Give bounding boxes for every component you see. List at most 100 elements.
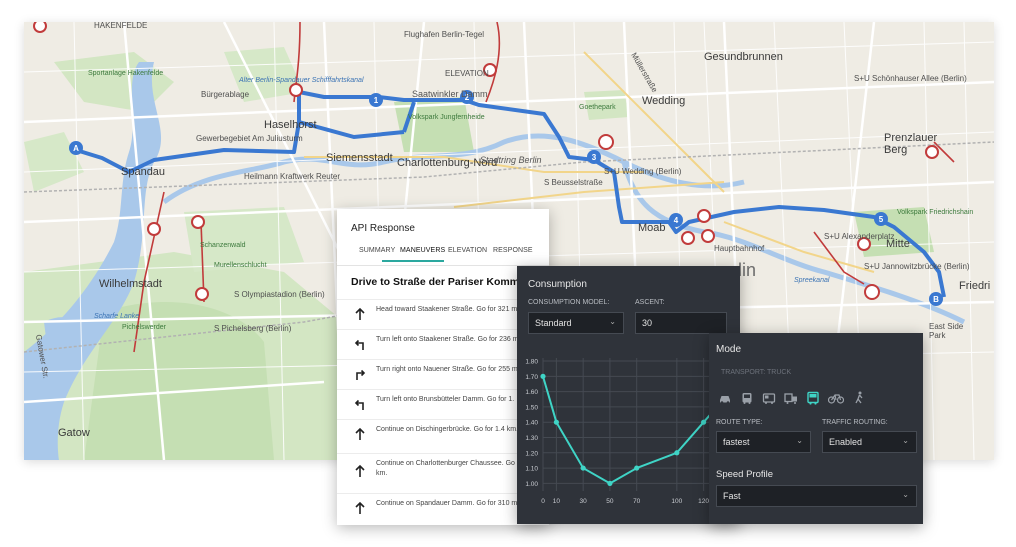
x-tick-label: 100 xyxy=(671,498,682,505)
arrow-up-icon xyxy=(353,427,367,441)
map-label: Hauptbahnhof xyxy=(714,244,765,253)
map-label: Saatwinkler Damm xyxy=(412,89,488,99)
x-tick-label: 70 xyxy=(633,498,641,505)
speed-profile-label: Speed Profile xyxy=(716,469,774,480)
data-point xyxy=(634,465,640,471)
truck-icon[interactable] xyxy=(806,391,820,405)
svg-text:A: A xyxy=(73,144,79,153)
data-point xyxy=(580,465,586,471)
route-type-label: ROUTE TYPE: xyxy=(716,419,763,426)
svg-text:4: 4 xyxy=(674,216,679,225)
map-label: Schanzenwald xyxy=(200,242,246,249)
map-label: S+U Jannowitzbrücke (Berlin) xyxy=(864,262,970,271)
screenshot-stage: A 1 2 3 4 5 B HAKENFELDE Sportanlage Hak… xyxy=(0,0,1016,547)
data-point xyxy=(553,419,559,425)
chevron-down-icon: ⌄ xyxy=(796,436,803,445)
mode-panel: Mode TRANSPORT: TRUCK ROUTE TYPE: TRAFFI… xyxy=(709,333,923,524)
y-tick-label: 1.10 xyxy=(525,466,538,473)
api-tabs: SUMMARY MANEUVERS ELEVATION RESPONSE xyxy=(351,247,549,263)
map-label: Gatow xyxy=(58,427,90,439)
tab-maneuvers[interactable]: MANEUVERS xyxy=(400,247,445,254)
speed-profile-value: Fast xyxy=(723,491,741,501)
tab-response[interactable]: RESPONSE xyxy=(493,247,533,254)
map-label: Spandau xyxy=(121,166,166,178)
chevron-down-icon: ⌄ xyxy=(902,436,909,445)
map-label: Wilhelmstadt xyxy=(99,278,162,290)
map-label: Scharfe Lanke xyxy=(94,313,140,320)
mode-title: Mode xyxy=(716,344,742,355)
map-label: HAKENFELDE xyxy=(94,22,148,30)
van-icon[interactable] xyxy=(762,391,776,405)
map-label: Gesundbrunnen xyxy=(704,51,783,63)
tab-summary[interactable]: SUMMARY xyxy=(359,247,395,254)
map-label: East Side Park xyxy=(929,322,964,340)
data-point xyxy=(540,373,546,379)
map-label: S Olympiastadion (Berlin) xyxy=(234,290,325,299)
chevron-down-icon: ⌄ xyxy=(902,490,909,499)
turn-right-icon xyxy=(353,367,367,381)
svg-text:1: 1 xyxy=(374,96,379,105)
consumption-chart: 1.80 1.70 1.60 1.50 1.40 1.30 1.20 1.10 1.00 0 10 3… xyxy=(525,358,720,505)
y-tick-label: 1.70 xyxy=(525,374,538,381)
arrow-up-icon xyxy=(353,501,367,515)
route-type-select[interactable]: fastest ⌄ xyxy=(716,431,811,453)
x-tick-label: 30 xyxy=(580,498,588,505)
transport-label: TRANSPORT: TRUCK xyxy=(721,369,792,376)
turn-left-icon xyxy=(353,337,367,351)
y-tick-label: 1.60 xyxy=(525,389,538,396)
map-label: Sportanlage Hakenfelde xyxy=(88,70,164,77)
arrow-up-icon xyxy=(353,464,367,478)
bicycle-icon[interactable] xyxy=(827,391,845,405)
speed-profile-select[interactable]: Fast ⌄ xyxy=(716,485,917,507)
active-tab-indicator xyxy=(382,260,444,262)
traffic-routing-label: TRAFFIC ROUTING: xyxy=(822,419,888,426)
svg-text:5: 5 xyxy=(879,215,884,224)
x-tick-label: 10 xyxy=(553,498,561,505)
x-tick-label: 50 xyxy=(606,498,614,505)
turn-left-icon xyxy=(353,397,367,411)
map-label: Heilmann Kraftwerk Reuter xyxy=(244,172,341,181)
map-label: Goethepark xyxy=(579,104,616,111)
traffic-routing-value: Enabled xyxy=(829,437,863,447)
api-panel-title: API Response xyxy=(351,223,415,234)
map-label: S+U Schönhauser Allee (Berlin) xyxy=(854,74,967,83)
map-label: Prenzlauer Berg xyxy=(884,132,938,156)
pedestrian-icon[interactable] xyxy=(852,391,866,405)
map-label: Gewerbegebiet Am Juliusturm xyxy=(196,134,303,143)
map-label: lin xyxy=(738,260,757,280)
y-tick-label: 1.00 xyxy=(525,481,538,488)
consumption-panel: Consumption CONSUMPTION MODEL: ASCENT: S… xyxy=(517,266,740,524)
data-point xyxy=(607,480,613,486)
route-type-value: fastest xyxy=(723,437,750,447)
svg-text:3: 3 xyxy=(592,153,597,162)
traffic-routing-select[interactable]: Enabled ⌄ xyxy=(822,431,917,453)
truck-trailer-icon[interactable] xyxy=(784,391,798,405)
data-point xyxy=(701,419,707,425)
map-label: Spreekanal xyxy=(794,277,830,284)
map-label: S+U Wedding (Berlin) xyxy=(604,167,682,176)
map-label: S Beusselstraße xyxy=(544,178,603,187)
map-label: Bürgerablage xyxy=(201,90,250,99)
map-label: Moab xyxy=(638,222,666,234)
y-tick-label: 1.30 xyxy=(525,435,538,442)
map-label: Siemensstadt xyxy=(326,152,393,164)
map-label: S+U Alexanderplatz xyxy=(824,232,895,241)
data-point xyxy=(674,450,680,456)
bus-icon[interactable] xyxy=(740,391,754,405)
x-tick-label: 120 xyxy=(698,498,709,505)
car-icon[interactable] xyxy=(718,391,732,405)
consumption-series-line xyxy=(542,376,718,485)
map-label: Haselhorst xyxy=(264,119,317,131)
arrow-up-icon xyxy=(353,307,367,321)
map-label: Alter Berlin-Spandauer Schifffahrtskanal xyxy=(239,77,364,84)
map-label: ELEVATION xyxy=(445,69,489,78)
map-label: Wedding xyxy=(642,95,686,107)
map-label: Pichelswerder xyxy=(122,324,166,331)
tab-elevation[interactable]: ELEVATION xyxy=(448,247,487,254)
y-tick-label: 1.80 xyxy=(525,359,538,366)
map-label: Volkspark Jungfernheide xyxy=(408,114,485,121)
map-label: Murellenschlucht xyxy=(214,262,267,269)
svg-text:B: B xyxy=(933,295,939,304)
y-tick-label: 1.50 xyxy=(525,404,538,411)
map-label: Volkspark Friedrichshain xyxy=(897,209,974,216)
